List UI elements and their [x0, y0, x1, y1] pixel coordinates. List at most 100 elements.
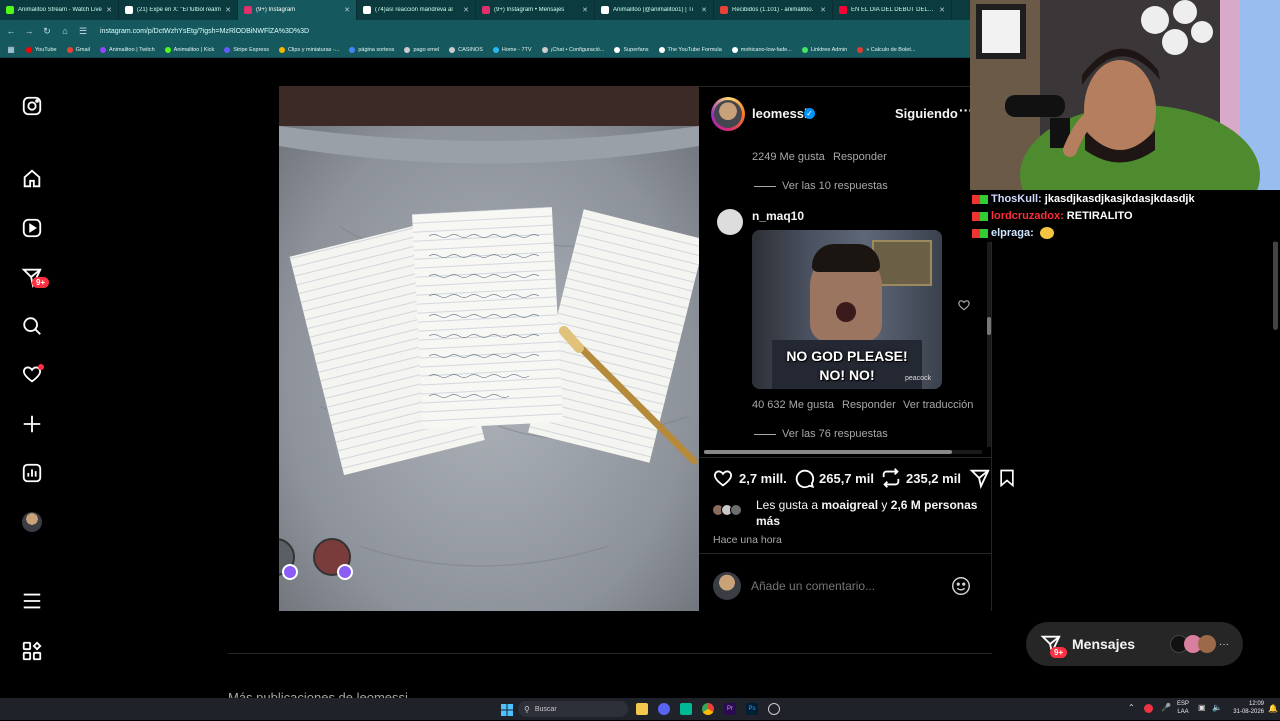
chrome-icon[interactable]: [702, 703, 714, 715]
commenter-username[interactable]: n_maq10: [752, 209, 804, 223]
reply-button[interactable]: Responder: [833, 151, 887, 163]
commenter-avatar[interactable]: [717, 209, 743, 235]
bookmark-item[interactable]: ¡Chat • Configuració...: [541, 46, 604, 53]
horizontal-scrollbar[interactable]: [704, 450, 982, 454]
comment-gif[interactable]: NO GOD PLEASE! NO! NO! peacock: [752, 230, 942, 389]
tray-app-icon[interactable]: [1144, 704, 1153, 713]
back-icon[interactable]: ←: [6, 26, 16, 36]
scrollbar-thumb[interactable]: [704, 450, 952, 454]
clock[interactable]: 12:09 31-08-2026: [1228, 700, 1264, 716]
scrollbar-thumb[interactable]: [987, 317, 991, 335]
comments-count[interactable]: 265,7 mil: [819, 471, 874, 486]
app-icon[interactable]: [680, 703, 692, 715]
search-icon[interactable]: [20, 314, 44, 338]
reels-icon[interactable]: [20, 216, 44, 240]
create-icon[interactable]: [20, 412, 44, 436]
apps-grid-icon[interactable]: ▦: [6, 45, 16, 54]
photoshop-icon[interactable]: Ps: [746, 703, 758, 715]
emoji-icon[interactable]: [950, 575, 972, 602]
obs-icon[interactable]: [768, 703, 780, 715]
browser-tab[interactable]: Animalitoo Stream - Watch Live ✕: [0, 0, 119, 20]
liked-by-count[interactable]: 2,6 M personas: [891, 498, 978, 512]
also-from-meta-icon[interactable]: [20, 639, 44, 663]
close-icon[interactable]: ✕: [106, 6, 112, 14]
bookmark-item[interactable]: Home - 7TV: [492, 46, 532, 53]
page-scrollbar-thumb[interactable]: [1273, 240, 1278, 330]
comment-likes[interactable]: 40 632 Me gusta: [752, 399, 834, 411]
reload-icon[interactable]: ↻: [42, 26, 52, 37]
comment-like-icon[interactable]: [957, 298, 971, 317]
bookmark-item[interactable]: The YouTube Formula: [658, 46, 722, 53]
save-icon[interactable]: [997, 467, 1017, 494]
home-icon[interactable]: ⌂: [60, 26, 70, 36]
browser-tab[interactable]: (21) Expe en X: "El futbol realm ✕: [119, 0, 238, 20]
bookmark-item[interactable]: Animalitoo | Twitch: [100, 46, 155, 53]
like-icon[interactable]: [712, 467, 734, 494]
volume-icon[interactable]: 🔈: [1212, 703, 1222, 712]
close-icon[interactable]: ✕: [344, 6, 350, 14]
start-icon[interactable]: [501, 703, 513, 721]
direct-send-icon[interactable]: 9+: [20, 265, 50, 289]
menu-icon[interactable]: [20, 589, 44, 613]
comment-input[interactable]: [751, 577, 941, 595]
home-icon[interactable]: [20, 167, 44, 191]
bookmark-item[interactable]: Superfans: [614, 46, 649, 53]
browser-tab[interactable]: EN EL DÍA DEL DEBUT DEL DIB ✕: [833, 0, 952, 20]
bookmark-item[interactable]: Gmail: [66, 46, 90, 53]
share-icon[interactable]: [969, 467, 991, 494]
mic-icon[interactable]: 🎤: [1161, 703, 1171, 712]
bookmark-item[interactable]: YouTube: [26, 46, 57, 53]
browser-tab[interactable]: (74)así reacción mandreva al ✕: [357, 0, 476, 20]
url-field[interactable]: instagram.com/p/DctWzhYsEtg/?igsh=MzRlOD…: [100, 28, 309, 35]
close-icon[interactable]: ✕: [582, 6, 588, 14]
bookmark-item[interactable]: Stripe Express: [224, 46, 269, 53]
reposts-count[interactable]: 235,2 mil: [906, 471, 961, 486]
browser-tab[interactable]: Recibidos (1.101) - animalitoo. ✕: [714, 0, 833, 20]
bookmark-item[interactable]: Clips y miniaturas -...: [278, 46, 339, 53]
following-button[interactable]: Siguiendo: [895, 106, 958, 121]
reply-button[interactable]: Responder: [842, 399, 896, 411]
tray-chevron-icon[interactable]: ⌃: [1128, 703, 1135, 712]
insights-icon[interactable]: [20, 461, 44, 485]
heart-notifications-icon[interactable]: [20, 362, 44, 386]
language-indicator[interactable]: ESP LAA: [1177, 700, 1189, 716]
likes-count[interactable]: 2,7 mill.: [739, 471, 787, 486]
display-icon[interactable]: ▣: [1198, 703, 1206, 712]
browser-tab[interactable]: (9+) Instagram • Mensajes ✕: [476, 0, 595, 20]
forward-icon[interactable]: →: [24, 26, 34, 36]
messages-button[interactable]: 9+ Mensajes ···: [1026, 622, 1243, 666]
close-icon[interactable]: ✕: [225, 6, 231, 14]
comment-likes[interactable]: 2249 Me gusta: [752, 151, 825, 163]
notifications-bell-icon[interactable]: 🔔: [1268, 704, 1278, 713]
bookmark-item[interactable]: mohicano-low-fade...: [731, 46, 792, 53]
comment-icon[interactable]: [793, 467, 815, 494]
post-photo[interactable]: [279, 86, 699, 611]
bookmark-item[interactable]: CASINOS: [449, 46, 483, 53]
liked-by-more[interactable]: más: [756, 514, 780, 528]
author-username[interactable]: leomessi: [752, 106, 808, 121]
bookmark-item[interactable]: página sorteos: [349, 46, 394, 53]
taskbar-search[interactable]: ⚲ Buscar: [518, 701, 628, 717]
author-avatar[interactable]: [711, 97, 745, 131]
instagram-logo-icon[interactable]: [20, 94, 44, 118]
browser-tab[interactable]: (9+) Instagram ✕: [238, 0, 357, 20]
view-replies-button[interactable]: Ver las 76 respuestas: [782, 428, 888, 440]
premiere-icon[interactable]: Pr: [724, 703, 736, 715]
site-info-icon[interactable]: ☰: [78, 26, 88, 37]
bookmark-item[interactable]: Linktree Admin: [801, 46, 847, 53]
liked-by-user[interactable]: moaigreal: [821, 498, 878, 512]
comments-scrollbar[interactable]: [987, 237, 991, 447]
close-icon[interactable]: ✕: [820, 6, 826, 14]
discord-icon[interactable]: [658, 703, 670, 715]
close-icon[interactable]: ✕: [463, 6, 469, 14]
profile-avatar[interactable]: [20, 510, 44, 534]
bookmark-item[interactable]: pago emel: [404, 46, 439, 53]
close-icon[interactable]: ✕: [939, 6, 945, 14]
close-icon[interactable]: ✕: [701, 6, 707, 14]
repost-icon[interactable]: [880, 467, 902, 494]
translate-button[interactable]: Ver traducción: [903, 399, 973, 411]
bookmark-item[interactable]: Animalitoo | Kick: [164, 46, 214, 53]
bookmark-item[interactable]: » Calculo de Bolet...: [857, 46, 915, 53]
browser-tab[interactable]: Animalitoo (@animalitoo1) | Ti ✕: [595, 0, 714, 20]
post-timestamp[interactable]: Hace una hora: [713, 534, 782, 546]
